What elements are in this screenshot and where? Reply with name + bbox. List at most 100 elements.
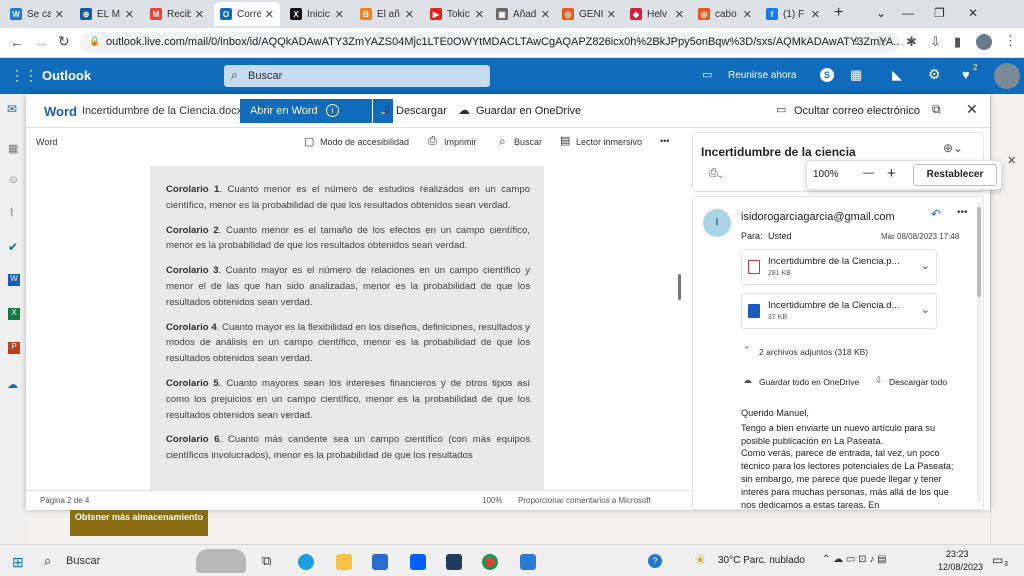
- tab-close-icon[interactable]: ✕: [335, 8, 344, 21]
- help-icon[interactable]: ?: [648, 554, 662, 568]
- tab-close-icon[interactable]: ✕: [675, 8, 684, 21]
- accessibility-mode-button[interactable]: Modo de accesibilidad: [320, 137, 409, 147]
- pane-scrollbar[interactable]: [977, 203, 981, 503]
- browser-tab[interactable]: ▣ Añadi ✕: [490, 2, 556, 26]
- tab-close-icon[interactable]: ✕: [541, 8, 550, 21]
- mail-search-box[interactable]: ⌕ Buscar: [224, 65, 490, 87]
- sidepanel-icon[interactable]: ▮: [954, 34, 961, 50]
- file-explorer-icon[interactable]: [336, 554, 352, 570]
- extensions-icon[interactable]: ✱: [906, 34, 917, 50]
- excel-rail-icon[interactable]: X: [8, 308, 20, 320]
- app-icon[interactable]: [446, 554, 462, 570]
- browser-menu-icon[interactable]: ⋮: [1004, 33, 1017, 49]
- attachments-summary[interactable]: 2 archivos adjuntos (318 KB): [759, 347, 868, 357]
- reset-zoom-button[interactable]: Restablecer: [913, 164, 997, 186]
- tips-icon[interactable]: ♥: [962, 67, 970, 82]
- tab-close-icon[interactable]: ✕: [55, 8, 64, 21]
- tab-close-icon[interactable]: ✕: [811, 8, 820, 21]
- download-all-button[interactable]: Descargar todo: [889, 377, 947, 387]
- minimize-window-icon[interactable]: —: [902, 6, 914, 20]
- notification-center-icon[interactable]: ▭: [992, 553, 1003, 567]
- settings-gear-icon[interactable]: ⚙: [928, 66, 941, 83]
- url-field[interactable]: 🔒 outlook.live.com/mail/0/inbox/id/AQQkA…: [80, 32, 900, 54]
- bookmark-star-icon[interactable]: ☆: [876, 34, 888, 50]
- browser-tab[interactable]: ▶ Tokic ✕: [424, 2, 490, 26]
- download-icon[interactable]: ⇩: [930, 34, 941, 50]
- people-icon[interactable]: ☺: [8, 174, 19, 186]
- browser-tab[interactable]: M Recib ✕: [144, 2, 210, 26]
- browser-tab[interactable]: ◆ Helv ✕: [624, 2, 690, 26]
- taskbar-search-box[interactable]: Buscar: [66, 555, 100, 567]
- tab-close-icon[interactable]: ✕: [195, 8, 204, 21]
- new-tab-button[interactable]: +: [834, 4, 843, 22]
- tab-close-icon[interactable]: ✕: [475, 8, 484, 21]
- tab-close-icon[interactable]: ✕: [265, 8, 274, 21]
- browser-tab[interactable]: ◎ GENI ✕: [556, 2, 622, 26]
- onedrive-rail-icon[interactable]: ☁: [7, 378, 18, 391]
- attachment-card[interactable]: Incertidumbre de la Ciencia.p... 281 KB ⌄: [741, 249, 937, 285]
- chevron-down-icon[interactable]: ⌄: [921, 303, 930, 316]
- clock-time[interactable]: 23:23: [946, 549, 969, 559]
- chrome-icon[interactable]: [482, 554, 498, 570]
- photos-icon[interactable]: [520, 554, 536, 570]
- zoom-menu-icon[interactable]: ⊕⌄: [943, 141, 963, 155]
- reply-icon[interactable]: ↶: [931, 207, 941, 221]
- tray-icons[interactable]: ⌃ ☁ ▭ ⊡ ♪ ▤: [822, 554, 887, 565]
- task-view-icon[interactable]: ⧉: [262, 553, 271, 569]
- browser-tab[interactable]: ◎ cabo ✕: [692, 2, 758, 26]
- clock-date[interactable]: 12/08/2023: [938, 562, 983, 572]
- calendar-rail-icon[interactable]: ▦: [8, 142, 18, 155]
- browser-tab[interactable]: B El añ ✕: [354, 2, 420, 26]
- sender-email[interactable]: isidorogarciagarcia@gmail.com: [741, 211, 895, 223]
- zoom-out-button[interactable]: —: [863, 167, 874, 179]
- megaphone-icon[interactable]: ◣: [892, 67, 902, 83]
- collapse-attachments-icon[interactable]: ⌃: [743, 345, 751, 356]
- browser-tab[interactable]: f (1) F ✕: [760, 2, 826, 26]
- get-more-storage-button[interactable]: Obtener más almacenamiento: [70, 510, 208, 536]
- close-viewer-icon[interactable]: ✕: [966, 101, 978, 118]
- skype-icon[interactable]: S: [820, 68, 834, 82]
- document-scrollbar[interactable]: [678, 274, 681, 300]
- attachment-card[interactable]: Incertidumbre de la Ciencia.d... 37 KB ⌄: [741, 293, 937, 329]
- feedback-link[interactable]: Proporcionar comentarios a Microsoft: [518, 496, 651, 505]
- powerpoint-rail-icon[interactable]: P: [8, 342, 20, 354]
- hide-email-button[interactable]: Ocultar correo electrónico: [794, 105, 920, 117]
- save-all-onedrive-button[interactable]: Guardar todo en OneDrive: [759, 377, 859, 387]
- dropbox-icon[interactable]: [410, 554, 426, 570]
- print-button[interactable]: Imprimir: [444, 137, 477, 147]
- store-icon[interactable]: [372, 554, 388, 570]
- profile-avatar[interactable]: [976, 34, 992, 50]
- tab-close-icon[interactable]: ✕: [125, 8, 134, 21]
- mail-icon[interactable]: ✉: [7, 102, 17, 116]
- immersive-reader-button[interactable]: Lector inmersivo: [576, 137, 642, 147]
- browser-tab[interactable]: O Corre ✕: [214, 2, 280, 26]
- app-launcher-icon[interactable]: ⋮⋮: [10, 67, 38, 84]
- open-in-word-button[interactable]: Abrir en Word i: [240, 99, 372, 123]
- meet-now-label[interactable]: Reunirse ahora: [728, 70, 796, 81]
- print-menu-icon[interactable]: ⎙⌄: [709, 167, 723, 180]
- download-doc-icon[interactable]: ⇩: [382, 103, 392, 117]
- calendar-icon[interactable]: ▦: [850, 67, 862, 83]
- browser-tab[interactable]: X Inicic ✕: [284, 2, 350, 26]
- attach-rail-icon[interactable]: ⌇: [9, 206, 14, 219]
- close-window-icon[interactable]: ✕: [968, 6, 978, 20]
- info-icon[interactable]: i: [326, 104, 339, 117]
- word-rail-icon[interactable]: W: [8, 274, 20, 286]
- browser-tab[interactable]: W Se ca ✕: [4, 2, 70, 26]
- maximize-window-icon[interactable]: ❐: [934, 6, 945, 20]
- share-icon[interactable]: ⇪: [852, 35, 861, 48]
- user-avatar[interactable]: [994, 63, 1020, 89]
- zoom-indicator[interactable]: 100%: [482, 496, 502, 505]
- forward-icon[interactable]: →: [34, 34, 48, 50]
- message-more-icon[interactable]: •••: [957, 207, 968, 218]
- tab-close-icon[interactable]: ✕: [743, 8, 752, 21]
- weather-text[interactable]: 30°C Parc. nublado: [718, 555, 805, 566]
- todo-icon[interactable]: ✔: [8, 240, 18, 254]
- meet-icon[interactable]: ▭: [702, 68, 712, 81]
- tab-search-icon[interactable]: ⌄: [876, 6, 886, 20]
- reload-icon[interactable]: ↻: [58, 33, 70, 50]
- download-doc-button[interactable]: Descargar: [396, 105, 447, 117]
- save-onedrive-button[interactable]: Guardar en OneDrive: [476, 105, 581, 117]
- doc-search-button[interactable]: Buscar: [514, 137, 542, 147]
- back-icon[interactable]: ←: [10, 34, 24, 50]
